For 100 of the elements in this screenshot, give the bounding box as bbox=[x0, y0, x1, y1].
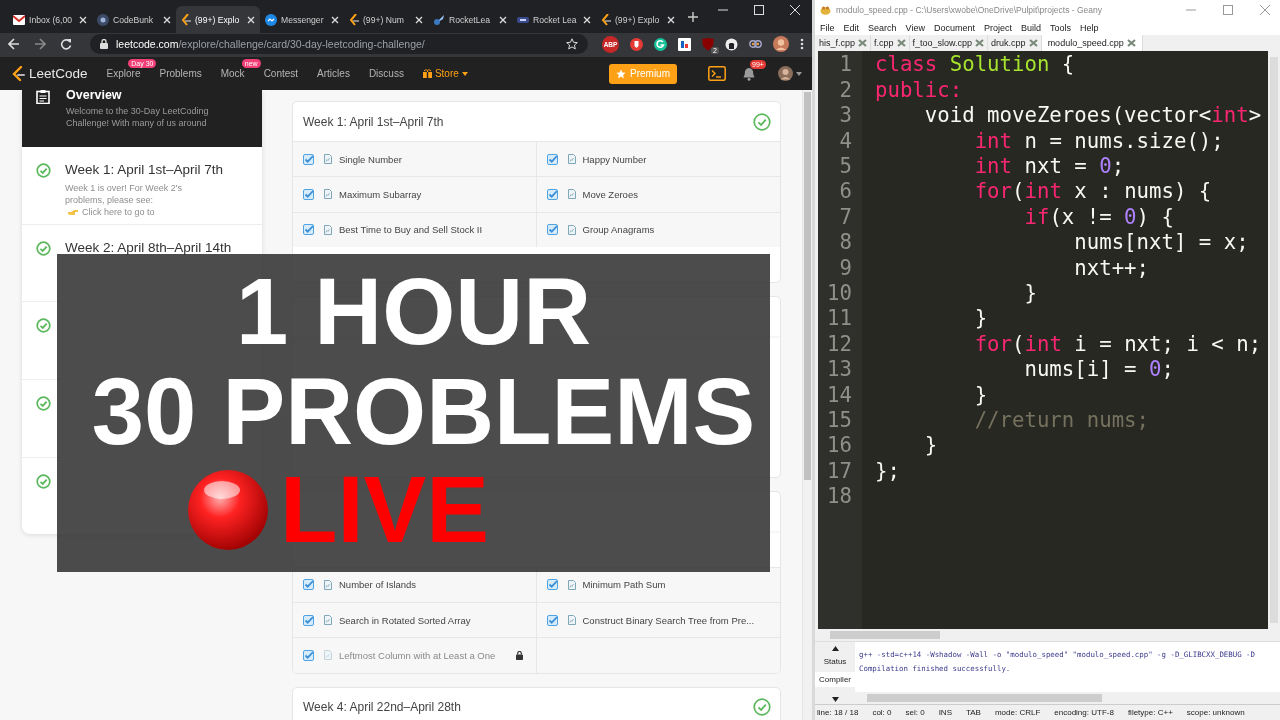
problem-link[interactable]: Number of Islands bbox=[339, 579, 417, 591]
checked-checkbox[interactable] bbox=[303, 224, 314, 236]
status-item: INS bbox=[938, 708, 952, 718]
browser-tab[interactable]: RocketLea bbox=[428, 6, 512, 33]
problem-link[interactable]: Search in Rotated Sorted Array bbox=[339, 614, 471, 626]
forward-icon[interactable] bbox=[34, 38, 46, 50]
status-item: encoding: UTF-8 bbox=[1054, 708, 1114, 718]
scrollbar-thumb[interactable] bbox=[867, 694, 1102, 703]
document-icon bbox=[567, 579, 576, 590]
menu-item[interactable]: Document bbox=[933, 22, 975, 33]
code-line: //return nums; bbox=[973, 407, 1149, 434]
checked-checkbox[interactable] bbox=[546, 579, 558, 591]
menu-item[interactable]: Tools bbox=[1050, 22, 1071, 33]
menu-item[interactable]: Build bbox=[1020, 22, 1041, 33]
shield-extension-icon[interactable] bbox=[630, 37, 643, 51]
code-line: nums[i] = 0; bbox=[1023, 357, 1174, 383]
leetcode-logo-icon bbox=[349, 13, 359, 26]
problem-link[interactable]: Best Time to Buy and Sell Stock II bbox=[339, 224, 483, 236]
nav-link[interactable]: Discuss bbox=[368, 68, 404, 79]
github-icon[interactable] bbox=[725, 37, 738, 51]
week-title: Week 2: April 8th–April 14th bbox=[65, 239, 232, 255]
nav-link[interactable]: Explore bbox=[106, 68, 141, 79]
chart-extension-icon[interactable] bbox=[678, 37, 691, 51]
bell-icon[interactable] bbox=[743, 66, 755, 81]
file-tab[interactable]: modulo_speed.cpp bbox=[1041, 35, 1143, 52]
problem-link[interactable]: Happy Number bbox=[582, 153, 647, 165]
nav-link[interactable]: Articles bbox=[317, 68, 350, 79]
document-icon bbox=[567, 615, 576, 626]
scrollbar-thumb[interactable] bbox=[804, 92, 811, 480]
card-title[interactable]: Week 4: April 22nd–April 28th bbox=[303, 700, 461, 715]
panel-tab[interactable]: Compiler bbox=[815, 672, 855, 688]
close-icon bbox=[79, 15, 87, 24]
problem-link[interactable]: Maximum Subarray bbox=[339, 188, 422, 200]
browser-tab[interactable]: Inbox (6,00 bbox=[8, 6, 92, 33]
checked-checkbox[interactable] bbox=[546, 188, 558, 200]
status-item: scope: unknown bbox=[1186, 708, 1245, 718]
nav-link[interactable]: Contest bbox=[263, 68, 299, 79]
browser-tab[interactable]: (99+) Num bbox=[344, 6, 428, 33]
menu-item[interactable]: View bbox=[905, 22, 925, 33]
card-title[interactable]: Week 1: April 1st–April 7th bbox=[303, 114, 444, 129]
avatar-icon[interactable] bbox=[773, 36, 789, 52]
star-icon bbox=[616, 68, 626, 79]
overview-item[interactable]: Overview Welcome to the 30-Day LeetCoding Challenge! With many of us around bbox=[22, 90, 262, 147]
checked-checkbox[interactable] bbox=[303, 153, 314, 165]
checked-checkbox[interactable] bbox=[303, 614, 314, 626]
scrollbar-thumb[interactable] bbox=[830, 631, 940, 640]
reload-icon[interactable] bbox=[60, 38, 72, 50]
address-bar[interactable]: leetcode.com/explore/challenge/card/30-day-leetcoding-challenge/ bbox=[90, 34, 588, 54]
banner-text: 30 PROBLEMS bbox=[91, 362, 756, 462]
browser-tab[interactable]: (99+) Explo bbox=[596, 6, 680, 33]
menu-icon[interactable] bbox=[800, 38, 804, 50]
menu-item[interactable]: Help bbox=[1080, 22, 1099, 33]
store-menu[interactable]: Store bbox=[422, 68, 468, 79]
line-number: 11 bbox=[826, 306, 852, 332]
status-item: col: 0 bbox=[872, 708, 892, 718]
code-line: } bbox=[973, 306, 988, 332]
checked-checkbox[interactable] bbox=[546, 224, 558, 236]
checked-checkbox[interactable] bbox=[303, 188, 314, 200]
close-icon bbox=[667, 15, 675, 24]
checked-checkbox[interactable] bbox=[303, 579, 314, 591]
leetcode-logo-icon bbox=[181, 13, 191, 26]
g-extension-icon[interactable] bbox=[654, 37, 667, 51]
document-icon bbox=[36, 90, 50, 104]
panel-tab[interactable]: Status bbox=[821, 654, 849, 670]
nav-link[interactable]: Problems bbox=[159, 68, 202, 79]
close-icon bbox=[415, 15, 423, 24]
browser-tab[interactable]: CodeBunk bbox=[92, 6, 176, 33]
avatar-icon[interactable] bbox=[778, 66, 793, 81]
owl-extension-icon[interactable] bbox=[749, 37, 762, 51]
menu-item[interactable]: Edit bbox=[843, 22, 860, 33]
problem-link[interactable]: Single Number bbox=[339, 153, 402, 165]
menu-item[interactable]: Project bbox=[983, 22, 1012, 33]
week-link[interactable]: Click here to go to bbox=[82, 206, 155, 218]
star-icon[interactable] bbox=[566, 38, 578, 50]
checked-checkbox[interactable] bbox=[546, 153, 558, 165]
browser-tab[interactable]: Rocket Lea bbox=[512, 6, 596, 33]
pointing-hand-icon bbox=[68, 208, 79, 216]
overview-description: Welcome to the 30-Day LeetCoding Challenge! With many of us around bbox=[66, 105, 210, 129]
up-arrow-icon[interactable] bbox=[831, 646, 839, 652]
nav-link[interactable]: Mock bbox=[220, 68, 245, 79]
checked-checkbox[interactable] bbox=[546, 614, 558, 626]
problem-link[interactable]: Construct Binary Search Tree from Pre... bbox=[582, 614, 755, 626]
code-line: nums[nxt] = x; bbox=[1073, 230, 1249, 256]
problem-link[interactable]: Group Anagrams bbox=[582, 224, 655, 236]
back-icon[interactable] bbox=[8, 38, 20, 50]
mail-icon bbox=[13, 14, 25, 25]
browser-tab[interactable]: (99+) Explo bbox=[176, 6, 260, 33]
week-description: Week 1 is over! For Week 2's problems, please see: bbox=[65, 183, 182, 205]
browser-tab[interactable]: Messenger bbox=[260, 6, 344, 33]
logo-link[interactable]: LeetCode bbox=[12, 65, 88, 82]
menu-item[interactable]: Search bbox=[868, 22, 897, 33]
problem-link[interactable]: Minimum Path Sum bbox=[582, 579, 666, 591]
terminal-icon[interactable] bbox=[708, 66, 726, 81]
lock-icon bbox=[100, 39, 108, 49]
line-number: 3 bbox=[838, 103, 852, 129]
down-arrow-icon[interactable] bbox=[831, 697, 839, 703]
new-tab-icon[interactable] bbox=[688, 11, 698, 22]
checked-checkbox[interactable] bbox=[303, 649, 314, 661]
menu-item[interactable]: File bbox=[820, 22, 835, 33]
problem-link[interactable]: Move Zeroes bbox=[582, 188, 638, 200]
